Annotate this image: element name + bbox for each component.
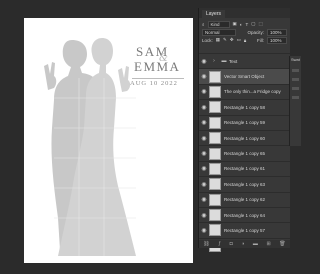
layer-name: Rectangle 1 copy 64 <box>224 212 266 218</box>
layer-row[interactable]: ◉ Rectangle 1 copy 60 <box>199 129 290 145</box>
visibility-eye-icon[interactable]: ◉ <box>199 212 209 219</box>
layer-row[interactable]: ◉ Rectangle 1 copy 61 <box>199 160 290 176</box>
new-layer-icon[interactable]: ⊞ <box>266 241 270 247</box>
layer-name: Rectangle 1 copy 63 <box>224 181 266 187</box>
filter-type-icon[interactable]: T <box>246 22 249 27</box>
layer-thumbnail <box>209 116 221 129</box>
layers-panel: Layers ⌕ Kind ▣ ◐ T ▢ ⬚ Normal Opacity: … <box>198 8 290 252</box>
title-divider <box>132 78 184 79</box>
adjustment-icon[interactable]: ◑ <box>241 241 244 247</box>
swatch-row[interactable] <box>292 69 299 72</box>
layers-footer: ⛓ ƒ ◘ ◑ ▬ ⊞ 🗑︎ <box>199 240 290 248</box>
chevron-right-icon[interactable]: › <box>209 58 219 64</box>
lock-label: Lock: <box>202 37 213 43</box>
layer-row[interactable]: ◉ Rectangle 1 copy 58 <box>199 99 290 114</box>
tab-layers[interactable]: Layers <box>202 10 226 18</box>
layer-name: Rectangle 1 copy 61 <box>224 166 266 172</box>
visibility-eye-icon[interactable]: ◉ <box>199 88 209 95</box>
swatch-row[interactable] <box>292 87 299 90</box>
visibility-eye-icon[interactable]: ◉ <box>199 119 209 126</box>
visibility-eye-icon[interactable]: ◉ <box>199 181 209 188</box>
visibility-eye-icon[interactable]: ◉ <box>199 196 209 203</box>
trash-icon[interactable]: 🗑︎ <box>279 241 285 247</box>
mask-icon[interactable]: ◘ <box>230 241 233 247</box>
layer-row[interactable]: ◉ Rectangle 1 copy 64 <box>199 206 290 222</box>
layer-thumbnail <box>209 70 221 83</box>
fill-label: Fill: <box>257 37 264 43</box>
visibility-eye-icon[interactable]: ◉ <box>199 58 209 65</box>
layer-row[interactable]: ◉ The only thin...a Fridge copy <box>199 83 290 99</box>
document-artboard[interactable]: SAM & EMMA AUG 10 2022 <box>24 18 193 263</box>
layer-thumbnail <box>209 178 221 191</box>
link-layers-icon[interactable]: ⛓ <box>203 241 209 247</box>
canvas-area[interactable]: SAM & EMMA AUG 10 2022 <box>0 0 198 274</box>
blend-row: Normal Opacity: 100% <box>199 28 290 36</box>
layer-name: Rectangle 1 copy 60 <box>224 135 266 141</box>
layer-name: Text <box>229 58 238 64</box>
visibility-eye-icon[interactable]: ◉ <box>199 165 209 172</box>
layer-name: Vector Smart Object <box>224 74 265 80</box>
layer-thumbnail <box>209 224 221 237</box>
layer-row[interactable]: ◉ Rectangle 1 copy 65 <box>199 145 290 160</box>
lock-transparent-icon[interactable]: ▦ <box>216 37 220 43</box>
lock-move-icon[interactable]: ✥ <box>230 37 234 43</box>
layer-name: Rectangle 1 copy 57 <box>224 227 266 233</box>
swatches-panel: Swat <box>289 56 301 146</box>
lock-artboard-icon[interactable]: ▭ <box>237 37 241 43</box>
filter-row: ⌕ Kind ▣ ◐ T ▢ ⬚ <box>199 20 290 28</box>
layer-thumbnail <box>209 85 221 98</box>
swatch-row[interactable] <box>292 96 299 99</box>
visibility-eye-icon[interactable]: ◉ <box>199 104 209 111</box>
title-name-2: EMMA <box>134 59 181 74</box>
tab-swatches[interactable]: Swat <box>290 56 301 63</box>
layer-thumbnail <box>209 193 221 206</box>
lock-brush-icon[interactable]: ✎ <box>223 37 227 43</box>
lock-all-icon[interactable]: 🔒︎ <box>244 38 246 43</box>
blend-mode-select[interactable]: Normal <box>202 28 236 36</box>
layer-row[interactable]: ◉ Rectangle 1 copy 62 <box>199 191 290 207</box>
folder-icon: ▬ <box>221 58 227 65</box>
layer-thumbnail <box>209 132 221 145</box>
layer-row[interactable]: ◉ Rectangle 1 copy 63 <box>199 176 290 191</box>
layer-thumbnail <box>209 162 221 175</box>
layer-row[interactable]: ◉ Rectangle 1 copy 57 <box>199 222 290 237</box>
visibility-eye-icon[interactable]: ◉ <box>199 73 209 80</box>
layer-name: The only thin...a Fridge copy <box>224 89 281 95</box>
layer-name: Rectangle 1 copy 65 <box>224 151 266 157</box>
layer-thumbnail <box>209 147 221 160</box>
event-date: AUG 10 2022 <box>130 80 178 87</box>
filter-smart-icon[interactable]: ⬚ <box>259 21 263 27</box>
filter-pixel-icon[interactable]: ▣ <box>233 21 237 27</box>
layer-row[interactable]: ◉ › ▬ Text <box>199 53 290 68</box>
lock-row: Lock: ▦ ✎ ✥ ▭ 🔒︎ Fill: 100% <box>199 36 290 44</box>
layer-thumbnail <box>209 101 221 114</box>
layer-row[interactable]: ◉ Rectangle 1 copy 59 <box>199 114 290 130</box>
filter-shape-icon[interactable]: ▢ <box>251 21 255 27</box>
layer-name: Rectangle 1 copy 62 <box>224 197 266 203</box>
layer-list: ◉ › ▬ Text ◉ Vector Smart Object ◉ The o… <box>199 53 290 253</box>
swatch-row[interactable] <box>292 78 299 81</box>
visibility-eye-icon[interactable]: ◉ <box>199 135 209 142</box>
layer-name: Rectangle 1 copy 59 <box>224 120 266 126</box>
fx-icon[interactable]: ƒ <box>218 241 221 247</box>
layer-thumbnail <box>209 209 221 222</box>
fill-field[interactable]: 100% <box>267 36 287 44</box>
panel-tabs: Layers <box>199 8 290 18</box>
new-group-icon[interactable]: ▬ <box>253 241 258 247</box>
filter-adjust-icon[interactable]: ◐ <box>240 22 243 27</box>
search-icon[interactable]: ⌕ <box>202 22 205 27</box>
opacity-field[interactable]: 100% <box>267 28 287 36</box>
visibility-eye-icon[interactable]: ◉ <box>199 227 209 234</box>
visibility-eye-icon[interactable]: ◉ <box>199 150 209 157</box>
layer-row-selected[interactable]: ◉ Vector Smart Object <box>199 68 290 84</box>
opacity-label: Opacity: <box>247 29 264 35</box>
filter-kind-select[interactable]: Kind <box>207 20 230 28</box>
layer-name: Rectangle 1 copy 58 <box>224 104 266 110</box>
